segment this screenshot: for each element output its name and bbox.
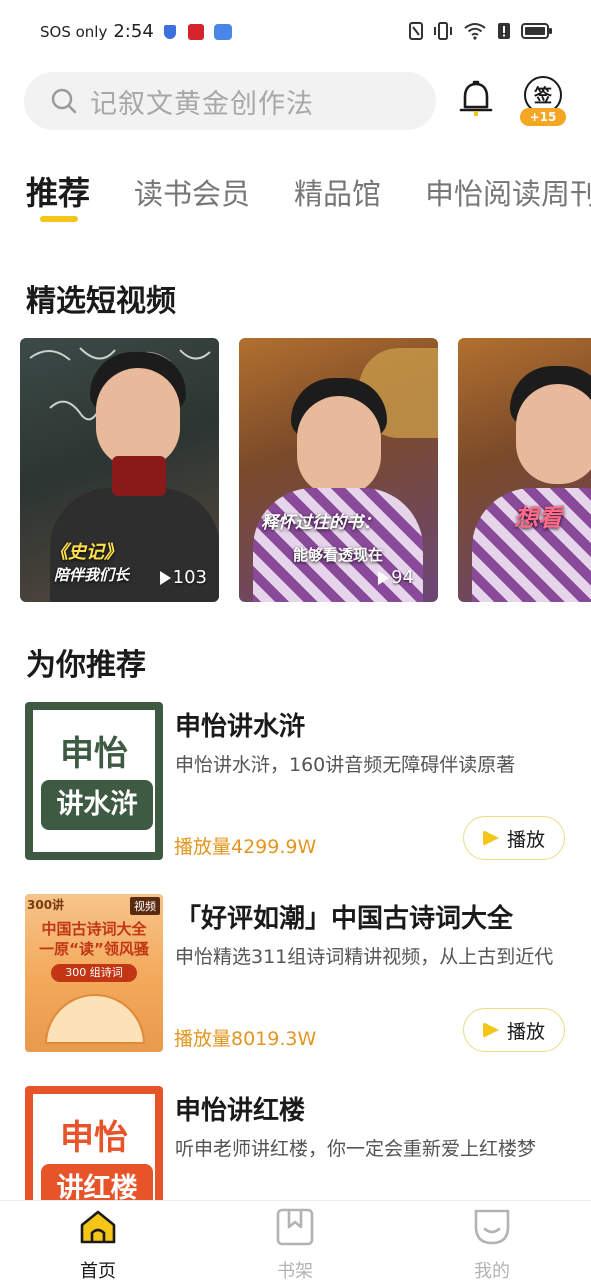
play-icon [159, 570, 171, 585]
play-icon [482, 1022, 499, 1038]
battery-icon [521, 23, 552, 39]
video-play-count: 103 [159, 567, 207, 588]
cover-line-1: 中国古诗词大全 [41, 920, 147, 938]
person-face [516, 384, 591, 484]
notification-bell-icon[interactable] [458, 80, 494, 120]
nav-label: 我的 [474, 1261, 510, 1280]
cover-title-top: 申怡 [60, 1118, 128, 1158]
course-description: 申怡精选311组诗词精讲视频，从上古到近代 [175, 946, 554, 968]
short-video-carousel[interactable]: 《史记》 陪伴我们长 103 释怀过往的书： 能够看透现在 94 想看 [20, 338, 591, 602]
person-scarf [112, 456, 166, 496]
cover-frame: 申怡 讲水浒 [33, 710, 155, 852]
video-overlay-subtitle: 陪伴我们长 [54, 566, 130, 584]
nav-bookshelf[interactable]: 书架 [235, 1207, 355, 1280]
course-cover: 申怡 讲水浒 [25, 702, 163, 860]
video-overlay-subtitle: 能够看透现在 [293, 546, 384, 564]
course-play-count: 播放量4299.9W [174, 836, 317, 858]
cover-fan-illustration [45, 994, 145, 1044]
nfc-icon [409, 22, 423, 40]
course-description: 申怡讲水浒，160讲音频无障碍伴读原著 [175, 754, 516, 776]
mail-notification-icon [213, 23, 232, 40]
play-button-label: 播放 [506, 828, 545, 851]
video-overlay-title: 《史记》 [50, 542, 122, 563]
recommend-title: 为你推荐 [26, 648, 146, 683]
tab-label: 申怡阅读周刊 [425, 177, 591, 211]
cover-video-tag: 视频 [130, 897, 160, 915]
person-face [96, 368, 180, 468]
play-count-value: 103 [172, 567, 207, 588]
tab-label: 精品馆 [294, 177, 382, 211]
video-overlay-title: 释怀过往的书： [261, 513, 380, 533]
profile-icon [474, 1209, 510, 1245]
tab-recommend[interactable]: 推荐 [26, 168, 90, 228]
list-item[interactable]: 申怡 讲水浒 申怡讲水浒 申怡讲水浒，160讲音频无障碍伴读原著 播放量4299… [25, 702, 570, 862]
tab-weekly[interactable]: 申怡阅读周刊 [425, 168, 591, 228]
status-bar: SOS only 2:54 [0, 0, 591, 64]
play-count-value: 94 [391, 567, 414, 588]
cover-lecture-count: 300讲 [27, 898, 65, 912]
home-icon [80, 1210, 116, 1244]
category-tabs: 推荐 读书会员 精品馆 申怡阅读周刊 [26, 168, 591, 228]
clock-time: 2:54 [113, 21, 154, 42]
person-face [297, 396, 381, 496]
course-description: 听申老师讲红楼，你一定会重新爱上红楼梦 [175, 1138, 537, 1160]
active-tab-indicator [40, 216, 78, 222]
list-item[interactable]: 300讲 视频 中国古诗词大全 一原“读”领风骚 300 组诗词 「好评如潮」中… [25, 894, 570, 1054]
checkin-button[interactable]: 签 +15 [520, 76, 566, 130]
video-card[interactable]: 释怀过往的书： 能够看透现在 94 [239, 338, 438, 602]
security-shield-icon [163, 24, 176, 39]
play-icon [482, 830, 499, 846]
nav-profile[interactable]: 我的 [432, 1207, 552, 1280]
short-videos-title: 精选短视频 [26, 284, 176, 319]
course-cover: 300讲 视频 中国古诗词大全 一原“读”领风骚 300 组诗词 [25, 894, 163, 1052]
vibrate-icon [434, 22, 452, 40]
search-row: 记叙文黄金创作法 签 +15 [24, 72, 569, 130]
checkin-points-badge: +15 [520, 108, 566, 126]
bookshelf-icon [276, 1208, 314, 1246]
video-card[interactable]: 《史记》 陪伴我们长 103 [20, 338, 219, 602]
cover-line-3: 300 组诗词 [51, 964, 137, 982]
play-button-label: 播放 [506, 1020, 545, 1043]
nav-label: 书架 [277, 1261, 313, 1280]
nav-home[interactable]: 首页 [38, 1207, 158, 1280]
app-notification-icon [187, 23, 204, 40]
play-button[interactable]: 播放 [463, 816, 565, 860]
video-play-count: 94 [378, 567, 414, 588]
cover-line-2: 一原“读”领风骚 [39, 940, 149, 958]
tab-label: 读书会员 [134, 177, 251, 211]
search-icon [51, 88, 77, 114]
nav-label: 首页 [80, 1261, 116, 1280]
course-play-count: 播放量8019.3W [174, 1028, 317, 1050]
course-title: 申怡讲红楼 [175, 1096, 306, 1126]
course-title: 申怡讲水浒 [175, 712, 306, 742]
search-placeholder: 记叙文黄金创作法 [90, 88, 314, 120]
tab-label: 推荐 [26, 174, 91, 212]
search-input[interactable]: 记叙文黄金创作法 [24, 72, 436, 130]
alert-icon [498, 23, 510, 39]
course-title: 「好评如潮」中国古诗词大全 [175, 904, 514, 934]
play-button[interactable]: 播放 [463, 1008, 565, 1052]
wifi-icon [464, 23, 486, 40]
play-icon [378, 570, 390, 585]
bottom-navigation: 首页 书架 我的 [0, 1200, 591, 1280]
tab-premium-hall[interactable]: 精品馆 [294, 168, 381, 228]
carrier-text: SOS only [40, 22, 108, 41]
cover-title-top: 申怡 [60, 734, 128, 774]
status-right [409, 22, 553, 40]
video-card[interactable]: 想看 [458, 338, 591, 602]
status-left: SOS only 2:54 [40, 21, 232, 42]
cover-title-bottom: 讲水浒 [41, 780, 153, 830]
video-overlay-title: 想看 [514, 504, 562, 532]
tab-reading-membership[interactable]: 读书会员 [134, 168, 250, 228]
